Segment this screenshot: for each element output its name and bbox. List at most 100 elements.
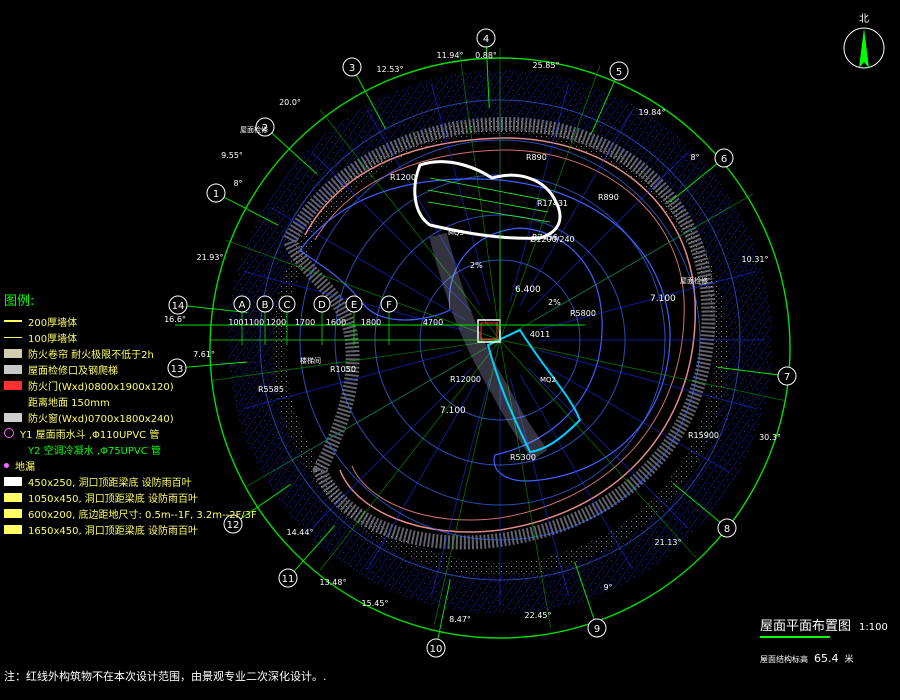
radius-label: R5585 (258, 385, 284, 394)
legend-swatch (4, 524, 22, 534)
svg-text:3: 3 (349, 63, 355, 74)
legend-item: 1650x450, 洞口顶距梁底 设防雨百叶 (4, 521, 198, 537)
elevation-unit: 米 (844, 655, 854, 665)
legend-text: 防火窗(Wxd)0700x1800x240) (28, 413, 174, 425)
angle-label: 25.85° (533, 61, 560, 70)
svg-text:9: 9 (594, 624, 600, 635)
room-label: 屋面检修 (680, 276, 708, 285)
legend-swatch (4, 348, 22, 358)
legend-text: 距离地面 150mm (28, 397, 110, 409)
room-label: 屋面检修 (240, 125, 268, 134)
svg-text:11: 11 (282, 574, 295, 585)
drawing-title: 屋面平面布置图 (760, 619, 852, 634)
legend-text: 200厚墙体 (28, 317, 78, 329)
legend-swatch (4, 380, 22, 390)
elevation-label: 屋面结构标高 (760, 655, 808, 664)
svg-text:5: 5 (616, 67, 622, 78)
angle-label: 7.61° (193, 350, 215, 359)
angle-label: 21.13° (655, 538, 682, 547)
legend-text: Y1 屋面雨水斗 ,Φ110UPVC 管 (20, 429, 160, 441)
angle-label: 13.48° (320, 578, 347, 587)
legend-swatch (4, 397, 22, 406)
legend-item: 防火门(Wxd)0800x1900x120) (4, 377, 179, 393)
legend-swatch (4, 428, 14, 438)
angle-lines (210, 48, 786, 628)
svg-text:7: 7 (784, 372, 790, 383)
angle-label: 9° (603, 583, 612, 592)
column-bubble-F: F (380, 295, 398, 345)
legend-text: Y2 空调冷凝水 ,Φ75UPVC 管 (28, 445, 161, 457)
angle-label: 20.0° (279, 98, 301, 107)
svg-text:C: C (284, 300, 291, 311)
legend-panel: 图例: 200厚墙体 100厚墙体 防火卷帘 耐火极限不低于2h 屋面检修口及钢爬梯防… (4, 290, 257, 537)
title-block: 屋面平面布置图 1:100 屋面结构标高 65.4 米 (760, 615, 888, 665)
legend-swatch (4, 320, 22, 322)
legend-item: 防火卷帘 耐火极限不低于2h (4, 345, 179, 361)
svg-text:E: E (351, 300, 357, 311)
legend-swatch (4, 508, 22, 518)
radius-label: Ø1200/240 (530, 234, 575, 244)
svg-text:12: 12 (227, 520, 240, 531)
legend-item: 屋面检修口及钢爬梯 (4, 361, 179, 377)
room-label: MQ2 (540, 376, 556, 384)
row-dim-label: 1100 (244, 318, 264, 327)
legend-swatch (4, 476, 22, 486)
svg-text:1: 1 (213, 189, 219, 200)
radius-label: R890 (598, 193, 619, 202)
angle-label: 11.94° (437, 51, 464, 60)
legend-swatch (4, 364, 22, 374)
row-dim-label: 4011 (530, 330, 550, 339)
angle-label: 10.31° (742, 255, 769, 264)
angle-label: 12.53° (377, 65, 404, 74)
legend-item: 100厚墙体 (4, 329, 179, 345)
radius-label: R890 (526, 153, 547, 162)
legend-item: Y1 屋面雨水斗 ,Φ110UPVC 管 (4, 425, 179, 441)
angle-label: 8° (233, 179, 242, 188)
row-dim-label: 4700 (423, 318, 443, 327)
legend-text: 屋面检修口及钢爬梯 (28, 365, 118, 377)
legend-text: 防火门(Wxd)0800x1900x120) (28, 381, 174, 393)
legend-text: 100厚墙体 (28, 333, 78, 345)
svg-text:D: D (318, 300, 326, 311)
legend-item: 600x200, 底边距地尺寸: 0.5m--1F, 3.2m--2F/3F (4, 505, 257, 521)
legend-item: 防火窗(Wxd)0700x1800x240) (4, 409, 179, 425)
legend-swatch (4, 492, 22, 502)
angle-label: 8° (690, 153, 699, 162)
row-dim-label: 1700 (295, 318, 315, 327)
row-dim-label: 1800 (361, 318, 381, 327)
legend-item: 200厚墙体 (4, 313, 179, 329)
legend-swatch (4, 412, 22, 422)
radius-label: R12000 (450, 375, 481, 384)
north-label: 北 (859, 13, 869, 25)
angle-label: 15.45° (362, 599, 389, 608)
angle-label: 9.55° (221, 151, 243, 160)
legend-swatch (4, 445, 22, 454)
angle-label: 0.88° (475, 51, 497, 60)
legend-item: 450x250, 洞口顶距梁底 设防雨百叶 (4, 473, 192, 489)
elevation-value: 65.4 (814, 652, 839, 665)
svg-text:10: 10 (430, 644, 443, 655)
radius-label: R5300 (510, 453, 536, 462)
radius-label: R1200 (390, 173, 416, 182)
angle-label: 22.45° (525, 611, 552, 620)
slope-label: 2% (470, 261, 483, 270)
level-label: 7.100 (650, 294, 676, 304)
north-arrow: 北 (843, 13, 885, 69)
legend-item: 距离地面 150mm (4, 393, 179, 409)
angle-label: 21.93° (197, 253, 224, 262)
svg-text:6: 6 (721, 154, 727, 165)
svg-text:4: 4 (483, 34, 489, 45)
footnote: 注：红线外构筑物不在本次设计范围，由景观专业二次深化设计。. (4, 670, 327, 683)
slope-label: 2% (548, 298, 561, 307)
legend-text: 600x200, 底边距地尺寸: 0.5m--1F, 3.2m--2F/3F (28, 509, 257, 521)
legend-text: 地漏 (15, 461, 35, 473)
legend-text: 防火卷帘 耐火极限不低于2h (28, 349, 154, 361)
column-bubble-E: E (345, 295, 363, 345)
angle-label: 8.47° (449, 615, 471, 624)
legend-text: 1050x450, 洞口顶距梁底 设防雨百叶 (28, 493, 198, 505)
radius-label: R17431 (537, 199, 568, 208)
drawing-scale: 1:100 (859, 622, 888, 633)
row-dim-label: 1200 (266, 318, 286, 327)
radius-label: R5800 (570, 309, 596, 318)
legend-swatch (4, 462, 9, 468)
